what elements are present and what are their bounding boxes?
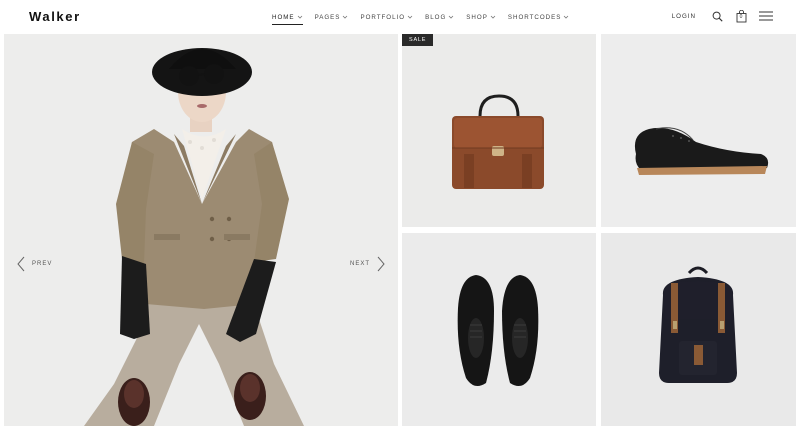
product-tile-satchel[interactable]: SALE [402,34,596,227]
nav-item-label: PORTFOLIO [360,13,406,21]
brogue-shoe-image [634,127,769,175]
nav-item-blog[interactable]: BLOG [425,11,454,23]
slider-prev-label: PREV [32,261,53,267]
slider-next-label: NEXT [349,261,370,267]
chevron-down-icon [407,15,413,19]
site-logo[interactable]: Walker [29,9,81,24]
backpack-image [659,266,737,383]
nav-item-label: SHOP [466,13,488,21]
hero-model-image [84,48,304,426]
nav-item-label: PAGES [314,13,341,21]
nav-item-portfolio[interactable]: PORTFOLIO [360,11,413,23]
chevron-left-icon [17,256,25,272]
nav-item-shortcodes[interactable]: SHORTCODES [508,11,570,23]
sale-badge: SALE [402,34,434,46]
hero-slider[interactable]: PREV NEXT [4,34,398,426]
product-tile-oxfords[interactable] [402,233,596,426]
hamburger-menu-icon[interactable] [758,9,774,23]
oxford-shoes-image [457,275,539,387]
nav-item-pages[interactable]: PAGES [315,11,349,23]
shopping-bag-icon[interactable]: 0 [734,9,748,23]
nav-item-label: BLOG [425,13,447,21]
cart-count: 0 [739,14,743,20]
chevron-down-icon [449,15,454,19]
chevron-down-icon [490,15,496,19]
nav-item-label: HOME [272,13,295,21]
satchel-bag-image [452,94,544,189]
nav-item-shop[interactable]: SHOP [466,11,496,23]
site-header: Walker HOME PAGES PORTFOLIO BLOG SHOP SH… [0,0,800,34]
header-actions: LOGIN 0 [672,9,774,23]
nav-item-home[interactable]: HOME [272,11,303,25]
slider-prev-button[interactable]: PREV [16,256,52,272]
chevron-down-icon [564,15,569,19]
main-nav: HOME PAGES PORTFOLIO BLOG SHOP SHORTCODE… [272,11,581,25]
nav-item-label: SHORTCODES [507,13,562,21]
login-link[interactable]: LOGIN [672,13,696,20]
slider-next-button[interactable]: NEXT [350,256,386,272]
chevron-right-icon [377,256,385,272]
product-tile-brogue[interactable] [601,34,796,227]
chevron-down-icon [343,15,348,19]
search-icon[interactable] [710,9,724,23]
product-tile-backpack[interactable] [601,233,796,426]
chevron-down-icon [297,15,302,19]
